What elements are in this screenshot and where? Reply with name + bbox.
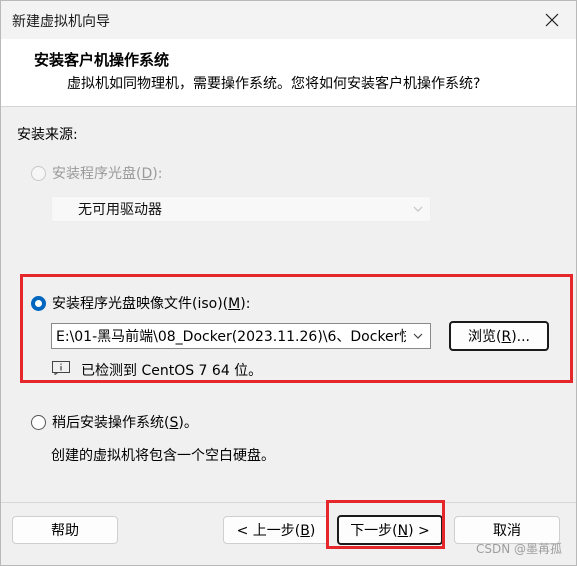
radio-disc-label: 安装程序光盘(D): — [52, 166, 163, 182]
watermark: CSDN @墨苒孤 — [475, 542, 562, 556]
detected-os-text: 已检测到 CentOS 7 64 位。 — [81, 363, 263, 379]
drive-select-value: 无可用驱动器 — [78, 202, 162, 218]
page-title: 安装客户机操作系统 — [34, 51, 170, 69]
title-bar: 新建虚拟机向导 — [1, 1, 576, 39]
footer-divider — [1, 502, 576, 503]
next-button[interactable]: 下一步(N) > — [337, 515, 443, 545]
radio-later-label: 稍后安装操作系统(S)。 — [52, 415, 198, 431]
close-button[interactable] — [532, 3, 572, 37]
radio-disc-indicator[interactable] — [31, 165, 46, 181]
radio-install-later[interactable]: 稍后安装操作系统(S)。 — [31, 412, 198, 432]
back-button-label: < 上一步(B) — [236, 523, 316, 539]
iso-path-value: E:\01-黑马前端\08_Docker(2023.11.26)\6、Docke… — [56, 329, 406, 345]
close-icon — [545, 13, 559, 27]
browse-button[interactable]: 浏览(R)... — [449, 321, 549, 351]
radio-iso-indicator[interactable] — [31, 295, 46, 311]
browse-button-label: 浏览(R)... — [467, 329, 530, 345]
install-source-label: 安装来源: — [17, 127, 78, 143]
radio-later-indicator[interactable] — [31, 414, 46, 430]
help-button-label: 帮助 — [51, 523, 79, 539]
chevron-down-icon — [406, 197, 430, 221]
drive-select[interactable]: 无可用驱动器 — [51, 196, 431, 222]
page-subtitle: 虚拟机如同物理机，需要操作系统。您将如何安装客户机操作系统? — [67, 76, 481, 92]
next-button-label: 下一步(N) > — [350, 523, 430, 539]
wizard-header: 安装客户机操作系统 虚拟机如同物理机，需要操作系统。您将如何安装客户机操作系统? — [1, 39, 576, 107]
radio-install-iso[interactable]: 安装程序光盘映像文件(iso)(M): — [31, 293, 250, 313]
back-button[interactable]: < 上一步(B) — [223, 516, 329, 544]
new-vm-wizard-window: 新建虚拟机向导 安装客户机操作系统 虚拟机如同物理机，需要操作系统。您将如何安装… — [0, 0, 577, 566]
chevron-down-icon[interactable] — [406, 324, 430, 348]
radio-iso-label: 安装程序光盘映像文件(iso)(M): — [52, 296, 251, 312]
radio-install-disc[interactable]: 安装程序光盘(D): — [31, 163, 162, 183]
iso-path-combobox[interactable]: E:\01-黑马前端\08_Docker(2023.11.26)\6、Docke… — [51, 323, 431, 349]
cancel-button-label: 取消 — [493, 523, 521, 539]
window-title: 新建虚拟机向导 — [12, 14, 110, 30]
later-description: 创建的虚拟机将包含一个空白硬盘。 — [51, 448, 275, 464]
help-button[interactable]: 帮助 — [12, 516, 118, 544]
info-icon — [52, 361, 70, 375]
